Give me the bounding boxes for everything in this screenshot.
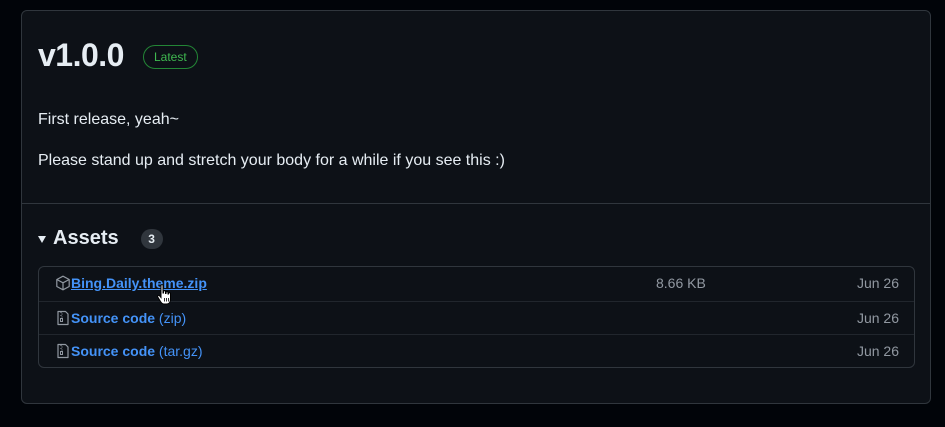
asset-date: Jun 26 bbox=[856, 275, 899, 291]
assets-count-badge: 3 bbox=[140, 229, 163, 249]
file-zip-icon bbox=[57, 310, 69, 326]
asset-name: Source code bbox=[71, 310, 156, 326]
triangle-down-icon bbox=[38, 235, 46, 243]
asset-format: (zip) bbox=[158, 310, 187, 326]
asset-row: Source code (tar.gz) Jun 26 bbox=[39, 334, 914, 367]
asset-name: Bing.Daily.theme.zip bbox=[71, 275, 207, 291]
release-card: v1.0.0 Latest First release, yeah~ Pleas… bbox=[21, 10, 931, 404]
asset-row: Bing.Daily.theme.zip 8.66 KB Jun 26 bbox=[39, 267, 914, 301]
divider bbox=[22, 203, 930, 204]
asset-date: Jun 26 bbox=[856, 310, 899, 326]
release-note-line: Please stand up and stretch your body fo… bbox=[38, 152, 505, 169]
release-title[interactable]: v1.0.0 bbox=[38, 35, 124, 75]
assets-list: Bing.Daily.theme.zip 8.66 KB Jun 26 Sour… bbox=[38, 266, 915, 368]
asset-size: 8.66 KB bbox=[656, 275, 706, 291]
source-code-targz-link[interactable]: Source code (tar.gz) bbox=[71, 343, 203, 360]
asset-date: Jun 26 bbox=[856, 343, 899, 359]
release-header: v1.0.0 Latest bbox=[38, 35, 198, 75]
source-code-zip-link[interactable]: Source code (zip) bbox=[71, 310, 186, 327]
assets-toggle[interactable]: Assets 3 bbox=[38, 225, 163, 251]
asset-format: (tar.gz) bbox=[158, 343, 203, 359]
asset-name: Source code bbox=[71, 343, 156, 359]
release-note-line: First release, yeah~ bbox=[38, 111, 179, 128]
latest-badge: Latest bbox=[142, 45, 198, 69]
asset-row: Source code (zip) Jun 26 bbox=[39, 301, 914, 334]
asset-download-link[interactable]: Bing.Daily.theme.zip bbox=[71, 275, 207, 292]
assets-title: Assets bbox=[53, 227, 119, 249]
release-notes: First release, yeah~ Please stand up and… bbox=[38, 108, 505, 190]
package-icon bbox=[56, 275, 70, 291]
file-zip-icon bbox=[57, 343, 69, 359]
